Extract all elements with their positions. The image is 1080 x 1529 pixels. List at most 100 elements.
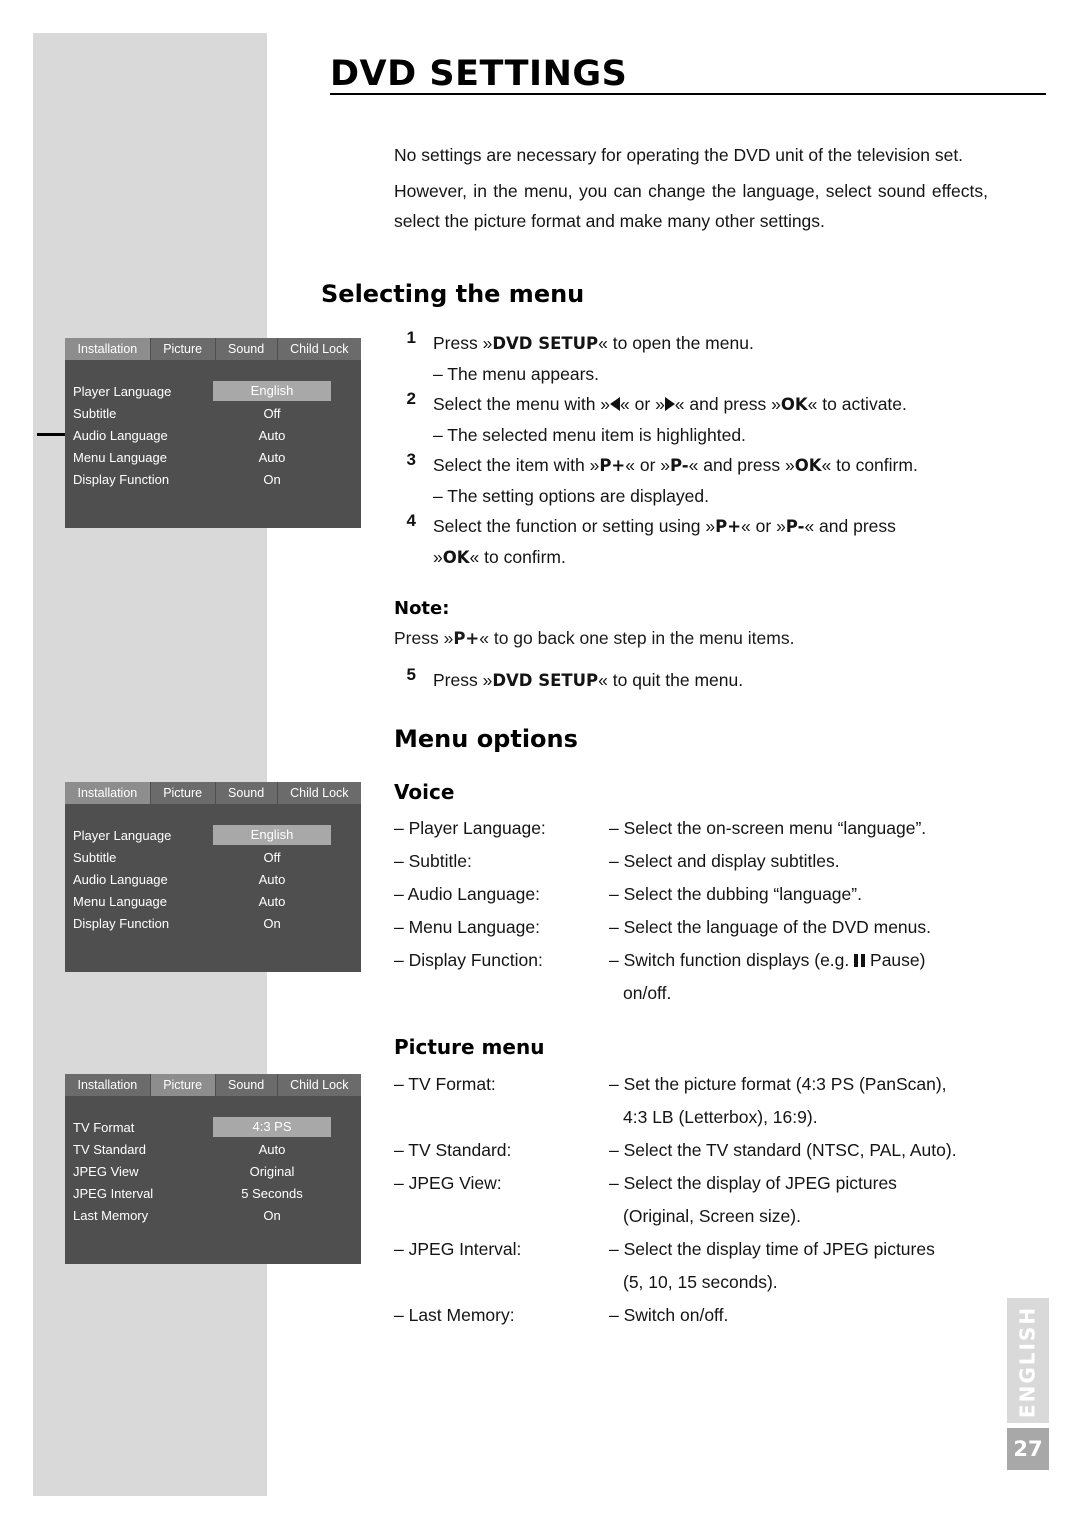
step-3-number: 3 <box>406 450 416 469</box>
osd-row-value: Off <box>263 405 281 421</box>
note-block: Note: Press »P+« to go back one step in … <box>394 598 994 654</box>
osd-row-list: TV Format 4:3 PS TV Standard Auto JPEG V… <box>65 1096 361 1226</box>
list-item: – TV Standard: – Select the TV standard … <box>394 1134 994 1167</box>
page-number: 27 <box>1007 1428 1049 1470</box>
step-3-pminus: P- <box>670 456 689 475</box>
osd-row-label: JPEG Interval <box>73 1185 154 1201</box>
voice-desc-4-tail: Pause) <box>870 950 926 970</box>
step-3: 3 Select the item with »P+« or »P-« and … <box>394 450 994 511</box>
osd-menu-picture: Installation Picture Sound Child Lock TV… <box>65 1074 362 1264</box>
picture-definition-list: – TV Format: – Set the picture format (4… <box>394 1068 994 1332</box>
osd-row-value: On <box>263 471 281 487</box>
language-tab: ENGLISH <box>1007 1298 1049 1423</box>
osd-row[interactable]: Display Function On <box>65 468 361 490</box>
picture-term-0: – TV Format: <box>394 1074 496 1094</box>
osd-row-value: Auto <box>258 427 286 443</box>
picture-desc-1: – Select the TV standard (NTSC, PAL, Aut… <box>609 1140 957 1160</box>
voice-desc-4-cont: on/off. <box>623 983 672 1003</box>
intro-paragraph-2: However, in the menu, you can change the… <box>394 181 988 231</box>
osd-tab-child-lock[interactable]: Child Lock <box>277 782 362 804</box>
picture-desc-0-cont: 4:3 LB (Letterbox), 16:9). <box>623 1107 818 1127</box>
list-item: – Player Language: – Select the on‑scree… <box>394 812 994 845</box>
step-3-text-d: « to confirm. <box>821 455 918 475</box>
language-tab-label: ENGLISH <box>1015 1305 1040 1419</box>
osd-row-value: Auto <box>258 449 286 465</box>
osd-row[interactable]: Display Function On <box>65 912 361 934</box>
osd-tab-picture[interactable]: Picture <box>150 1074 216 1096</box>
step-5-number: 5 <box>406 665 416 684</box>
osd-tab-child-lock[interactable]: Child Lock <box>277 1074 362 1096</box>
list-item: – Display Function: – Switch function di… <box>394 944 994 1010</box>
osd-tab-installation[interactable]: Installation <box>65 338 151 360</box>
note-bold: P+ <box>453 629 480 648</box>
step-1-dash: – The menu appears. <box>433 364 600 384</box>
osd-tab-sound[interactable]: Sound <box>215 1074 278 1096</box>
osd-row-label: TV Format <box>73 1119 135 1135</box>
osd-row[interactable]: JPEG Interval 5 Seconds <box>65 1182 361 1204</box>
osd-row[interactable]: TV Standard Auto <box>65 1138 361 1160</box>
note-title: Note: <box>394 598 450 619</box>
osd-row-value: On <box>263 1207 281 1223</box>
voice-term-3: – Menu Language: <box>394 917 540 937</box>
osd-row-label: Subtitle <box>73 849 117 865</box>
step-4-pminus: P- <box>785 517 805 536</box>
step-1-number: 1 <box>406 328 416 347</box>
osd-row-label: Player Language <box>73 383 172 399</box>
osd-row-value: 5 Seconds <box>241 1185 303 1201</box>
step-2-ok: OK <box>780 395 808 414</box>
arrow-left-icon <box>610 397 621 411</box>
osd-menu-installation-1: Installation Picture Sound Child Lock Pl… <box>65 338 362 528</box>
osd-tab-picture[interactable]: Picture <box>150 338 216 360</box>
voice-desc-3: – Select the language of the DVD menus. <box>609 917 932 937</box>
osd-row[interactable]: Menu Language Auto <box>65 446 361 468</box>
osd-row-label: Menu Language <box>73 449 167 465</box>
osd-row-label: Subtitle <box>73 405 117 421</box>
osd-row-label: Display Function <box>73 471 170 487</box>
osd-row[interactable]: Player Language English <box>65 380 361 402</box>
picture-desc-3: – Select the display time of JPEG pictur… <box>609 1233 994 1299</box>
osd-row[interactable]: Menu Language Auto <box>65 890 361 912</box>
osd-row-value: Original <box>249 1163 295 1179</box>
intro-paragraph-1: No settings are necessary for operating … <box>394 145 964 165</box>
osd-row-list: Player Language English Subtitle Off Aud… <box>65 804 361 934</box>
picture-desc-3-cont: (5, 10, 15 seconds). <box>623 1272 778 1292</box>
osd-tab-child-lock[interactable]: Child Lock <box>277 338 362 360</box>
step-3-text-c: « and press » <box>688 455 795 475</box>
osd-tab-sound[interactable]: Sound <box>215 782 278 804</box>
voice-term-0: – Player Language: <box>394 818 546 838</box>
osd-row[interactable]: JPEG View Original <box>65 1160 361 1182</box>
page: DVD SETTINGS No settings are necessary f… <box>0 0 1080 1529</box>
osd-row[interactable]: Audio Language Auto <box>65 424 361 446</box>
osd-row[interactable]: Subtitle Off <box>65 402 361 424</box>
note-text: Press »P+« to go back one step in the me… <box>394 623 994 654</box>
arrow-right-icon <box>664 397 675 411</box>
step-4-number: 4 <box>406 511 416 530</box>
step-4-text-d: » <box>433 547 443 567</box>
osd-row-value: Auto <box>258 893 286 909</box>
step-4-text-c: « and press <box>804 516 896 536</box>
page-title: DVD SETTINGS <box>330 54 628 94</box>
osd-row-label: Last Memory <box>73 1207 149 1223</box>
osd-row-label: Audio Language <box>73 427 168 443</box>
osd-row[interactable]: Subtitle Off <box>65 846 361 868</box>
step-2-number: 2 <box>406 389 416 408</box>
osd-row-value: Auto <box>258 871 286 887</box>
osd-row-label: JPEG View <box>73 1163 139 1179</box>
list-item: – Menu Language: – Select the language o… <box>394 911 994 944</box>
osd-row[interactable]: Player Language English <box>65 824 361 846</box>
page-title-block: DVD SETTINGS <box>330 52 1046 106</box>
list-item: – Audio Language: – Select the dubbing “… <box>394 878 994 911</box>
picture-desc-2: – Select the display of JPEG pictures (O… <box>609 1167 994 1233</box>
osd-row[interactable]: Audio Language Auto <box>65 868 361 890</box>
note-text-a: Press » <box>394 628 454 648</box>
osd-row[interactable]: TV Format 4:3 PS <box>65 1116 361 1138</box>
osd-tab-sound[interactable]: Sound <box>215 338 278 360</box>
osd-row-value: Off <box>263 849 281 865</box>
osd-row[interactable]: Last Memory On <box>65 1204 361 1226</box>
osd-tab-picture[interactable]: Picture <box>150 782 216 804</box>
osd-row-label: Player Language <box>73 827 172 843</box>
osd-tab-installation[interactable]: Installation <box>65 782 151 804</box>
osd-tab-installation[interactable]: Installation <box>65 1074 151 1096</box>
osd-row-value: English <box>213 381 331 401</box>
step-5-text-b: « to quit the menu. <box>598 670 744 690</box>
